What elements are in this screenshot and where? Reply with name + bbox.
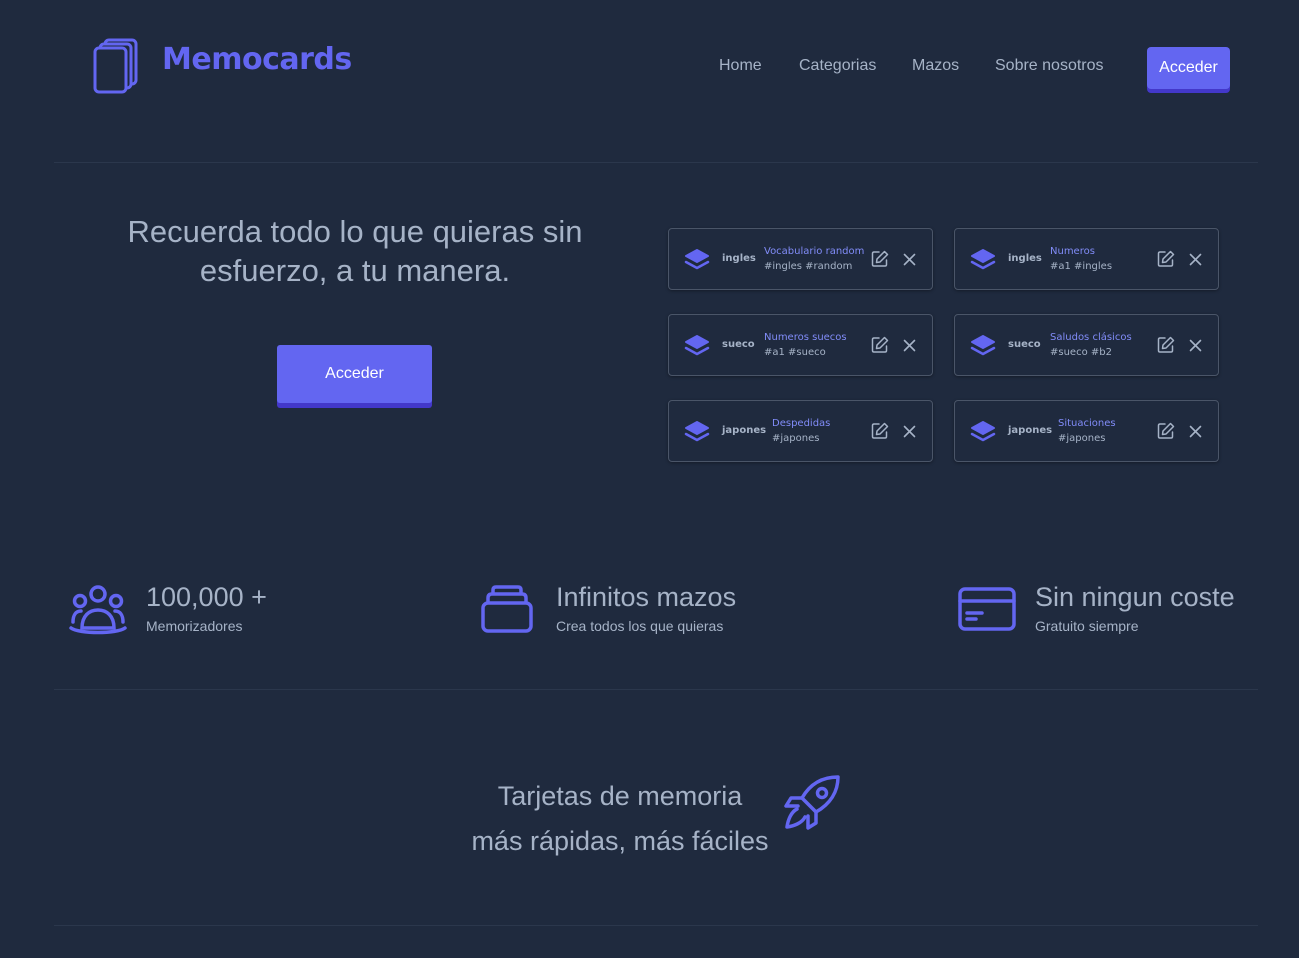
stat-cost-title: Sin ningun coste [1035, 582, 1235, 612]
deck-tags: #sueco #b2 [1050, 347, 1112, 358]
layers-icon [970, 421, 996, 442]
deck-category: ingles [722, 253, 756, 264]
divider [54, 925, 1258, 926]
deck-name[interactable]: Despedidas [772, 418, 830, 429]
close-icon[interactable] [1189, 253, 1202, 266]
edit-icon[interactable] [871, 422, 889, 440]
deck-category: japones [722, 425, 767, 436]
divider [54, 689, 1258, 690]
rocket-icon [784, 775, 840, 830]
deck-category: sueco [722, 339, 755, 350]
tagline-line2: más rápidas, más fáciles [471, 826, 769, 856]
deck-tags: #a1 #sueco [764, 347, 826, 358]
close-icon[interactable] [1189, 425, 1202, 438]
deck-tags: #japones [772, 433, 820, 444]
divider [54, 162, 1258, 163]
edit-icon[interactable] [871, 336, 889, 354]
nav-home[interactable]: Home [719, 57, 762, 75]
deck-tags: #japones [1058, 433, 1106, 444]
close-icon[interactable] [903, 425, 916, 438]
tagline: Tarjetas de memoria más rápidas, más fác… [440, 774, 800, 864]
deck-tags: #ingles #random [764, 261, 853, 272]
nav-login-button[interactable]: Acceder [1147, 47, 1230, 89]
deck-name[interactable]: Numeros [1050, 246, 1095, 257]
credit-card-icon [958, 587, 1016, 631]
deck-category: sueco [1008, 339, 1041, 350]
close-icon[interactable] [903, 253, 916, 266]
deck-category: japones [1008, 425, 1053, 436]
stack-icon [481, 585, 533, 633]
deck-card[interactable]: ingles Numeros #a1 #ingles [954, 228, 1219, 290]
deck-name[interactable]: Numeros suecos [764, 332, 847, 343]
nav-categorias[interactable]: Categorias [799, 57, 876, 75]
layers-icon [970, 335, 996, 356]
layers-icon [684, 249, 710, 270]
nav-mazos[interactable]: Mazos [912, 57, 959, 75]
edit-icon[interactable] [1157, 250, 1175, 268]
deck-card[interactable]: sueco Saludos clásicos #sueco #b2 [954, 314, 1219, 376]
hero-title-line2: esfuerzo, a tu manera. [199, 253, 511, 288]
brand-logo[interactable]: Memocards [162, 42, 352, 77]
deck-tags: #a1 #ingles [1050, 261, 1113, 272]
layers-icon [684, 421, 710, 442]
edit-icon[interactable] [871, 250, 889, 268]
hero-login-button[interactable]: Acceder [277, 345, 432, 403]
users-group-icon [69, 585, 127, 635]
hero-title-line1: Recuerda todo lo que quieras sin [127, 214, 583, 249]
stat-decks-subtitle: Crea todos los que quieras [556, 618, 724, 634]
deck-name[interactable]: Situaciones [1058, 418, 1116, 429]
deck-name[interactable]: Vocabulario random [764, 246, 864, 257]
cards-stack-icon [93, 38, 138, 94]
nav-sobre-nosotros[interactable]: Sobre nosotros [995, 57, 1104, 75]
close-icon[interactable] [1189, 339, 1202, 352]
stat-users-subtitle: Memorizadores [146, 618, 243, 634]
edit-icon[interactable] [1157, 336, 1175, 354]
hero-title: Recuerda todo lo que quieras sin esfuerz… [90, 212, 620, 290]
deck-card[interactable]: ingles Vocabulario random #ingles #random [668, 228, 933, 290]
layers-icon [684, 335, 710, 356]
stat-cost-subtitle: Gratuito siempre [1035, 618, 1139, 634]
stat-decks-title: Infinitos mazos [556, 582, 737, 612]
tagline-line1: Tarjetas de memoria [497, 781, 743, 811]
deck-card[interactable]: japones Despedidas #japones [668, 400, 933, 462]
deck-card[interactable]: japones Situaciones #japones [954, 400, 1219, 462]
deck-card[interactable]: sueco Numeros suecos #a1 #sueco [668, 314, 933, 376]
deck-name[interactable]: Saludos clásicos [1050, 332, 1132, 343]
layers-icon [970, 249, 996, 270]
edit-icon[interactable] [1157, 422, 1175, 440]
deck-category: ingles [1008, 253, 1042, 264]
stat-users-title: 100,000 + [146, 582, 267, 612]
close-icon[interactable] [903, 339, 916, 352]
